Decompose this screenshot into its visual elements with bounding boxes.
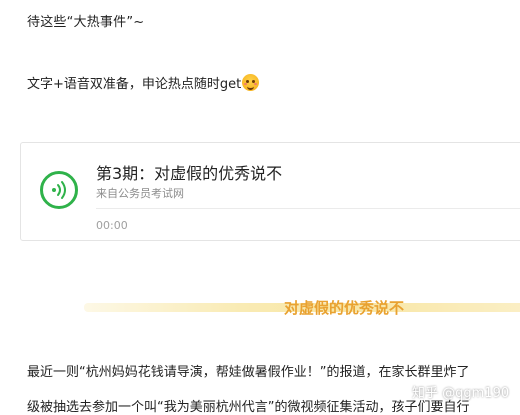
audio-player-card[interactable]: 第3期：对虚假的优秀说不 来自公务员考试网 00:00	[20, 142, 520, 241]
sound-wave-icon	[52, 181, 66, 199]
audio-time: 00:00	[96, 219, 128, 232]
paragraph-line: 级被抽选去参加一个叫“我为美丽杭州代言”的微视频征集活动，孩子们要自行	[27, 400, 470, 415]
play-audio-button[interactable]	[40, 171, 78, 209]
audio-title: 第3期：对虚假的优秀说不	[96, 164, 283, 183]
article-text-line-2: 文字+语音双准备，申论热点随时get	[27, 73, 260, 92]
section-title: 对虚假的优秀说不	[284, 299, 405, 317]
article-text: 文字+语音双准备，申论热点随时get	[27, 77, 242, 92]
paragraph-line: 最近一则“杭州妈妈花钱请导演，帮娃做暑假作业！”的报道，在家长群里炸了	[27, 365, 470, 380]
audio-progress-bar[interactable]	[96, 208, 520, 209]
watermark: 知乎 @qgm190	[412, 386, 510, 401]
grinning-face-emoji-icon	[242, 74, 260, 91]
audio-source: 来自公务员考试网	[96, 187, 184, 200]
article-text-line: 待这些“大热事件”~	[27, 15, 145, 30]
